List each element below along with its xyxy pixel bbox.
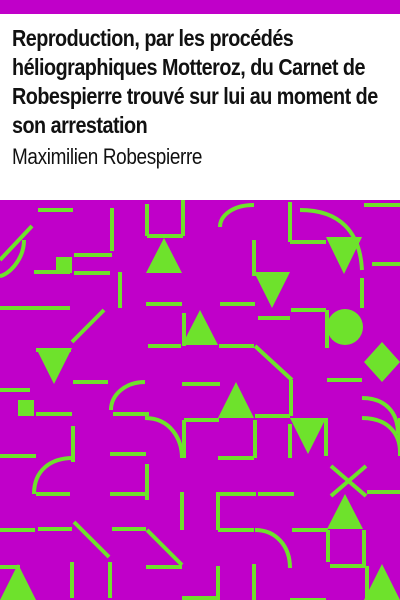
book-cover: Reproduction, par les procédés héliograp… [0, 0, 400, 600]
book-author: Maximilien Robespierre [12, 144, 203, 169]
pattern-circle [327, 309, 363, 345]
cover-artwork [0, 200, 400, 600]
book-title: Reproduction, par les procédés héliograp… [12, 25, 378, 138]
generated-pattern [0, 200, 400, 600]
pattern-square [18, 400, 34, 416]
pattern-square [56, 257, 72, 273]
cover-top-strip [0, 0, 400, 14]
cover-header: Reproduction, par les procédés héliograp… [0, 14, 400, 200]
